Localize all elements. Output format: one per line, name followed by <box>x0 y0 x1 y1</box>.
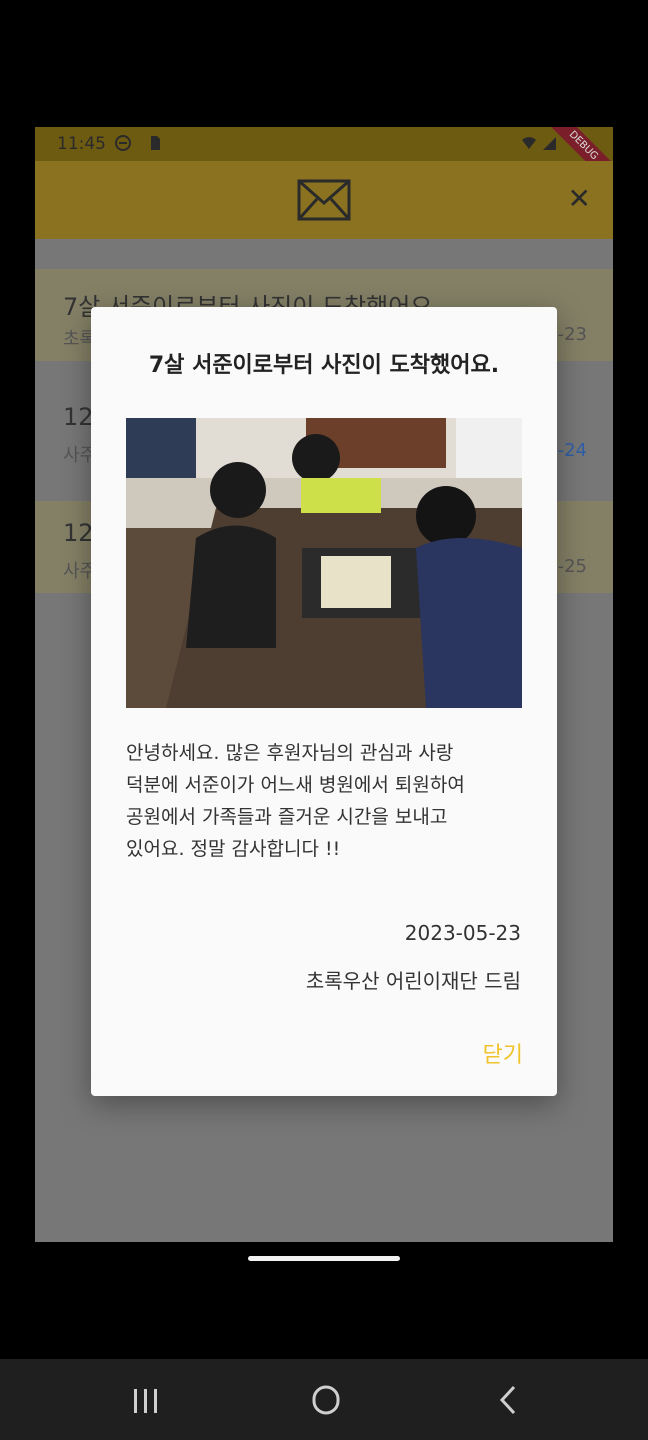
list-item-date: -24 <box>557 440 587 461</box>
dialog-message: 안녕하세요. 많은 후원자님의 관심과 사랑 덕분에 서준이가 어느새 병원에서… <box>126 742 465 860</box>
list-item-date: -25 <box>557 556 587 577</box>
close-button[interactable]: 닫기 <box>483 1037 523 1069</box>
status-bar: 11:45 DEBUG <box>35 127 613 195</box>
back-icon[interactable] <box>488 1383 528 1417</box>
sd-card-icon <box>151 136 160 150</box>
dialog-title: 7살 서준이로부터 사진이 도착했어요. <box>148 353 500 378</box>
message-dialog: 7살 서준이로부터 사진이 도착했어요. 안녕하세요. 많은 후원자님의 관심과… <box>91 307 557 1096</box>
wifi-icon <box>522 137 536 149</box>
list-item-title: 12 <box>63 403 94 431</box>
signal-icon <box>543 137 556 150</box>
dialog-sender: 초록우산 어린이재단 드림 <box>305 969 521 993</box>
list-item-date: -23 <box>557 324 587 345</box>
app-notification-icon <box>115 135 131 151</box>
home-indicator[interactable] <box>248 1256 400 1261</box>
list-item-title: 12 <box>63 519 94 547</box>
app-bar: ✕ <box>35 161 613 239</box>
close-icon[interactable]: ✕ <box>568 185 591 213</box>
recents-icon[interactable] <box>126 1383 166 1417</box>
home-icon[interactable] <box>306 1383 346 1417</box>
system-nav-bar <box>0 1359 648 1440</box>
message-photo <box>126 418 522 708</box>
status-time: 11:45 <box>57 134 106 154</box>
dialog-date: 2023-05-23 <box>404 921 521 945</box>
envelope-icon[interactable] <box>297 179 351 221</box>
